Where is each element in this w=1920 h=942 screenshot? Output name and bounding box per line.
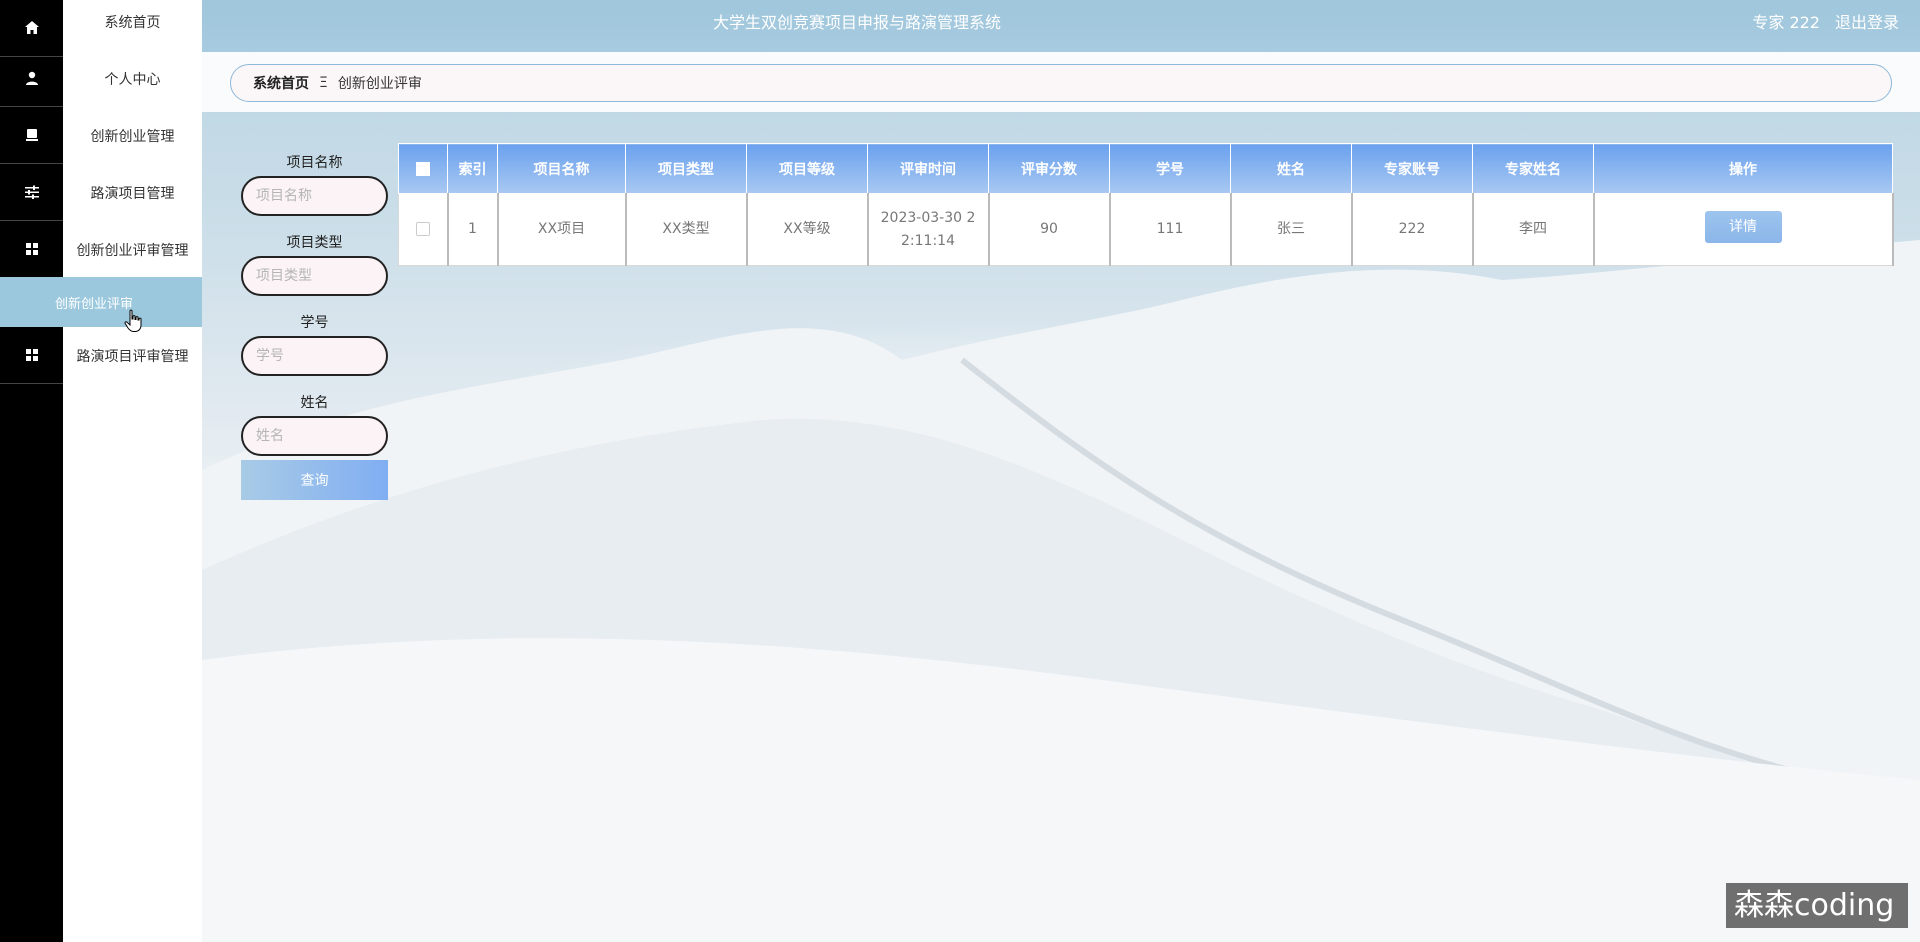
background-mountains-image [202,240,1920,942]
sidebar-item-innovation-management[interactable]: 创新创业管理 [63,107,202,164]
column-header: 项目名称 [497,143,626,194]
grid-icon[interactable] [0,221,63,278]
expert-name-cell: 李四 [1472,193,1595,266]
user-icon-glyph [25,71,38,85]
breadcrumb-bar: 系统首页 Ξ 创新创业评审 [202,52,1920,112]
column-header: 项目类型 [625,143,747,194]
sidebar-menu: 系统首页 个人中心 创新创业管理 路演项目管理 创新创业评审管理 路演项目评审管… [63,0,202,942]
project-name-label: 项目名称 [286,155,343,171]
project-name-input[interactable] [241,176,388,216]
student-id-cell: 111 [1109,193,1232,266]
row-checkbox[interactable] [415,222,430,236]
table-header-row: 索引 项目名称 项目类型 项目等级 评审时间 评审分数 学号 姓名 专家账号 专… [398,143,1893,194]
breadcrumb-home[interactable]: 系统首页 [253,73,309,93]
column-header: 学号 [1109,143,1231,194]
search-form: 项目名称 项目类型 学号 姓名 查询 [241,150,388,500]
select-all-checkbox[interactable] [416,161,430,176]
monitor-icon[interactable] [0,107,63,164]
column-header: 操作 [1593,143,1893,194]
grid-icon[interactable] [0,327,63,384]
logout-link[interactable]: 退出登录 [1835,0,1899,46]
row-checkbox-cell [398,193,449,266]
column-header: 评审时间 [867,143,989,194]
grid-icon-glyph [25,243,38,255]
top-header: 大学生双创竞赛项目申报与路演管理系统 专家 222 退出登录 [202,0,1920,52]
column-header: 索引 [447,143,498,194]
column-header: 专家账号 [1351,143,1473,194]
sidebar-item-profile[interactable]: 个人中心 [63,50,202,107]
monitor-icon-glyph [25,129,38,141]
sidebar-item-roadshow-review-management[interactable]: 路演项目评审管理 [63,327,202,384]
project-type-cell: XX类型 [625,193,748,266]
student-name-cell: 张三 [1230,193,1353,266]
student-name-label: 姓名 [300,395,329,411]
breadcrumb: 系统首页 Ξ 创新创业评审 [230,64,1892,102]
review-time-cell: 2023-03-30 22:11:14 [867,193,990,266]
column-header: 评审分数 [988,143,1110,194]
index-cell: 1 [447,193,499,266]
breadcrumb-current: 创新创业评审 [337,76,422,92]
sidebar-icon-column [0,0,63,942]
current-user: 专家 222 [1752,13,1820,32]
sliders-icon[interactable] [0,164,63,221]
student-id-label: 学号 [300,315,329,331]
user-icon[interactable] [0,50,63,107]
student-name-input[interactable] [241,416,388,456]
project-level-cell: XX等级 [746,193,869,266]
app-title: 大学生双创竞赛项目申报与路演管理系统 [712,13,1001,32]
home-icon-glyph [24,21,39,34]
home-icon[interactable] [0,0,63,57]
breadcrumb-separator: Ξ [319,75,328,91]
review-table: 索引 项目名称 项目类型 项目等级 评审时间 评审分数 学号 姓名 专家账号 专… [398,143,1894,266]
column-header: 姓名 [1230,143,1352,194]
search-button[interactable]: 查询 [241,460,388,500]
review-score-cell: 90 [988,193,1111,266]
select-all-checkbox-cell [398,143,448,194]
actions-cell: 详情 [1593,193,1894,266]
detail-button[interactable]: 详情 [1704,210,1782,243]
expert-account-cell: 222 [1351,193,1474,266]
project-type-input[interactable] [241,256,388,296]
sidebar-item-innovation-review-management[interactable]: 创新创业评审管理 [63,221,202,278]
column-header: 专家姓名 [1472,143,1594,194]
sidebar-subitem-innovation-review[interactable]: 创新创业评审 [0,277,202,327]
project-name-cell: XX项目 [497,193,627,266]
project-type-label: 项目类型 [286,235,343,251]
table-row: 1 XX项目 XX类型 XX等级 2023-03-30 22:11:14 90 … [398,193,1894,266]
hand-cursor-icon [124,309,142,332]
sidebar-item-roadshow-management[interactable]: 路演项目管理 [63,164,202,221]
grid-icon-glyph [25,349,38,361]
sliders-icon-glyph [24,185,39,199]
column-header: 项目等级 [746,143,868,194]
student-id-input[interactable] [241,336,388,376]
sidebar-item-home[interactable]: 系统首页 [63,0,202,50]
watermark-label: 森森coding [1726,883,1908,928]
